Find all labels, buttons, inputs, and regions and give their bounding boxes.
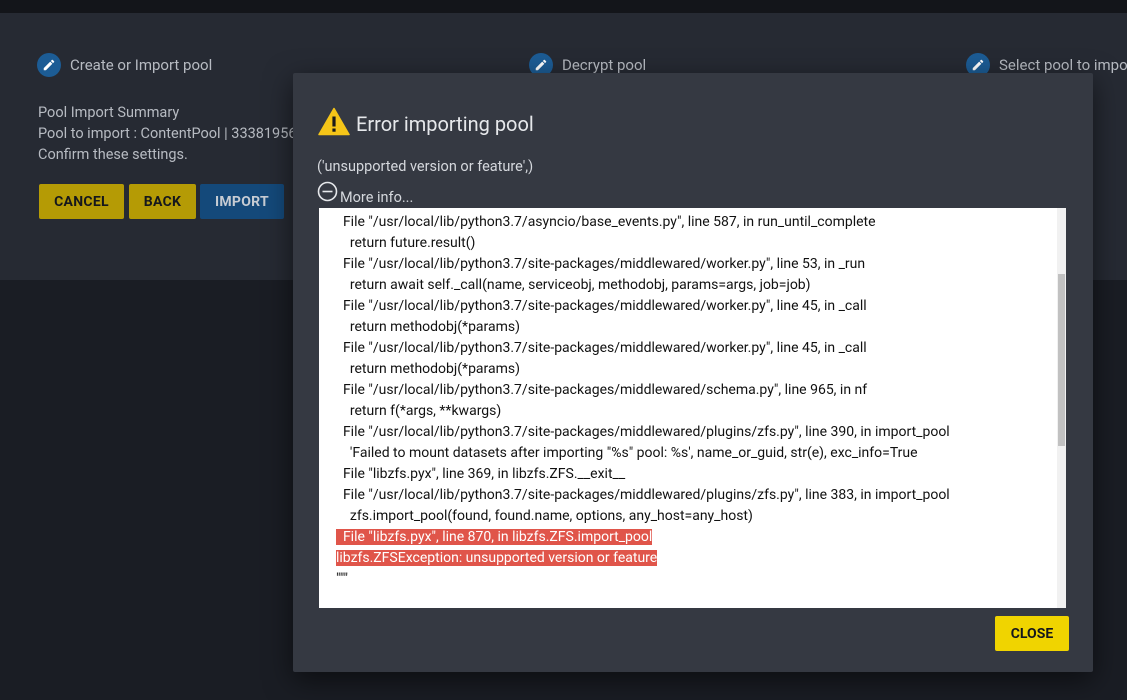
back-button[interactable]: BACK [129,184,196,219]
warning-icon [318,107,350,140]
error-message: ('unsupported version or feature',) [317,158,534,175]
summary-pool: Pool to import : ContentPool | 333819562… [38,125,313,142]
traceback-text: File "/usr/local/lib/python3.7/asyncio/b… [336,212,1052,590]
import-summary: Pool Import Summary Pool to import : Con… [38,102,313,165]
traceback-line-highlighted: libzfs.ZFSException: unsupported version… [336,548,1052,569]
step-label: Create or Import pool [70,56,213,74]
highlighted-text: File "libzfs.pyx", line 870, in libzfs.Z… [336,529,653,545]
traceback-line: File "/usr/local/lib/python3.7/site-pack… [336,340,867,356]
traceback-panel[interactable]: File "/usr/local/lib/python3.7/asyncio/b… [319,208,1066,608]
traceback-line: File "/usr/local/lib/python3.7/site-pack… [336,256,866,272]
more-info-toggle[interactable]: More info... [317,180,413,206]
scrollbar-thumb[interactable] [1058,274,1065,446]
traceback-line: File "/usr/local/lib/python3.7/site-pack… [336,298,867,314]
more-info-label: More info... [340,189,414,206]
minus-circle-icon [317,181,338,206]
wizard-step-create-import[interactable]: Create or Import pool [37,52,212,78]
traceback-line: File "/usr/local/lib/python3.7/site-pack… [336,487,950,503]
traceback-line: 'Failed to mount datasets after importin… [336,445,918,461]
traceback-line: return methodobj(*params) [336,361,521,377]
traceback-scrollbar[interactable] [1057,208,1066,608]
traceback-line: File "/usr/local/lib/python3.7/asyncio/b… [336,214,876,230]
summary-confirm: Confirm these settings. [38,146,188,163]
pencil-icon [37,53,61,77]
step-label: Select pool to import [999,56,1127,74]
highlighted-text: libzfs.ZFSException: unsupported version… [336,550,658,566]
traceback-line-highlighted: File "libzfs.pyx", line 870, in libzfs.Z… [336,527,1052,548]
top-bar [0,0,1127,13]
traceback-line: File "/usr/local/lib/python3.7/site-pack… [336,382,868,398]
dialog-title-text: Error importing pool [356,111,534,136]
dialog-title: Error importing pool [318,107,534,140]
traceback-line: return future.result() [336,235,476,251]
import-button[interactable]: IMPORT [200,184,284,219]
traceback-end: """ [336,571,348,587]
traceback-line: return methodobj(*params) [336,319,521,335]
close-button[interactable]: CLOSE [995,616,1069,651]
error-dialog: Error importing pool ('unsupported versi… [293,73,1093,672]
summary-title: Pool Import Summary [38,104,180,121]
cancel-button[interactable]: CANCEL [39,184,124,219]
traceback-line: return f(*args, **kwargs) [336,403,502,419]
traceback-line: File "libzfs.pyx", line 369, in libzfs.Z… [336,466,626,482]
traceback-line: zfs.import_pool(found, found.name, optio… [336,508,753,524]
traceback-line: File "/usr/local/lib/python3.7/site-pack… [336,424,950,440]
step-label: Decrypt pool [562,56,647,74]
traceback-line: return await self._call(name, serviceobj… [336,277,811,293]
